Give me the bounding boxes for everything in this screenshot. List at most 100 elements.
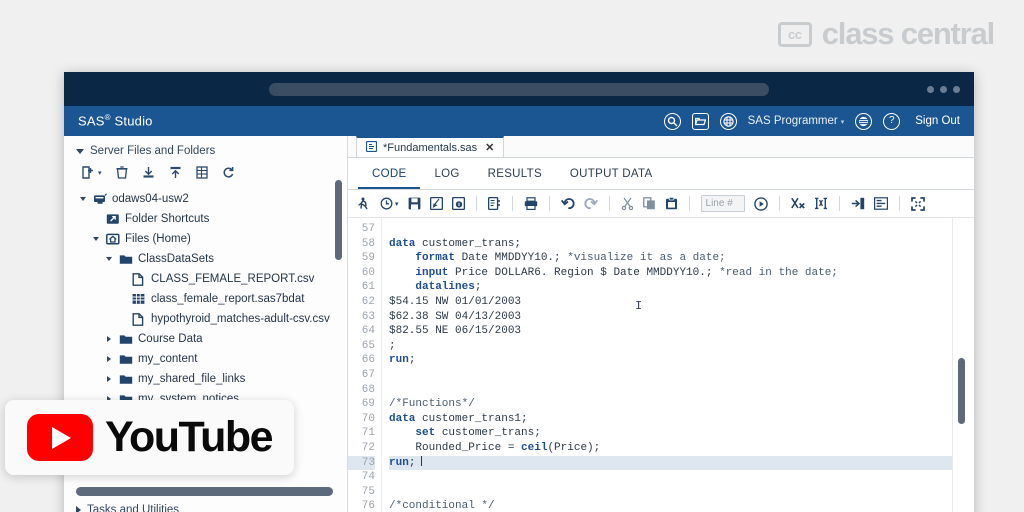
search-icon[interactable] <box>663 112 681 130</box>
tab-code[interactable]: CODE <box>358 165 421 189</box>
print-button[interactable] <box>524 197 538 210</box>
run-button[interactable] <box>357 197 371 211</box>
delete-button[interactable] <box>116 166 128 179</box>
code-line[interactable]: $82.55 NE 06/15/2003 <box>389 324 974 339</box>
tab-log[interactable]: LOG <box>420 165 473 189</box>
grid-icon[interactable] <box>719 112 737 130</box>
code-line[interactable]: run; <box>389 455 974 471</box>
download-button[interactable] <box>142 166 155 179</box>
address-bar[interactable] <box>269 82 769 96</box>
properties-button[interactable] <box>487 197 501 210</box>
upload-button[interactable] <box>169 166 182 179</box>
save-button[interactable] <box>408 197 421 210</box>
editor-vertical-scrollbar[interactable] <box>958 358 965 424</box>
code-line[interactable]: data customer_trans1; <box>389 412 974 427</box>
history-button[interactable]: ▾ <box>380 197 399 210</box>
tree-item[interactable]: my_content <box>64 349 347 369</box>
sidebar-vertical-scrollbar[interactable] <box>335 180 342 260</box>
chevron-down-icon[interactable] <box>78 197 88 201</box>
code-line[interactable]: run; <box>389 353 974 368</box>
add-to-snippets-button[interactable] <box>451 197 465 210</box>
window-dot[interactable] <box>927 85 934 93</box>
tasks-and-utilities-section[interactable]: Tasks and Utilities <box>64 500 347 512</box>
code-line[interactable]: $54.15 NW 01/01/2003 <box>389 295 974 310</box>
code-content[interactable]: data customer_trans; format Date MMDDYY1… <box>382 218 974 512</box>
tree-item[interactable]: class_female_report.sas7bdat <box>64 289 347 309</box>
redo-button[interactable] <box>583 197 598 210</box>
tree-item[interactable]: Files (Home) <box>64 229 347 249</box>
view-tab-bar[interactable]: CODE LOG RESULTS OUTPUT DATA <box>348 158 974 190</box>
chevron-down-icon[interactable] <box>91 237 101 241</box>
tree-item-label: class_female_report.sas7bdat <box>151 293 305 305</box>
indent-button[interactable] <box>851 197 865 210</box>
properties-button[interactable] <box>195 166 208 179</box>
save-as-button[interactable] <box>429 197 443 210</box>
help-icon[interactable]: ? <box>883 112 901 130</box>
tree-item[interactable]: odaws04-usw2 <box>64 189 347 209</box>
code-line[interactable]: datalines; <box>389 280 974 295</box>
tasks-and-utilities-label: Tasks and Utilities <box>87 504 180 512</box>
chevron-right-icon[interactable] <box>104 356 114 362</box>
code-token: Rounded_Price = <box>389 441 522 454</box>
code-line[interactable] <box>389 368 974 383</box>
code-line[interactable]: $62.38 SW 04/13/2003 <box>389 310 974 325</box>
folder-icon <box>119 373 133 386</box>
chevron-right-icon[interactable] <box>104 376 114 382</box>
paste-button[interactable] <box>665 197 678 210</box>
file-tab-fundamentals[interactable]: *Fundamentals.sas ✕ <box>356 136 505 157</box>
new-file-button[interactable]: ▾ <box>82 166 102 179</box>
format-code-button[interactable] <box>873 197 888 210</box>
maximize-button[interactable] <box>910 196 925 211</box>
tab-output-data[interactable]: OUTPUT DATA <box>556 165 667 189</box>
tree-item[interactable]: ClassDataSets <box>64 249 347 269</box>
code-line[interactable]: Rounded_Price = ceil(Price); <box>389 441 974 456</box>
go-to-line-button[interactable] <box>753 196 768 211</box>
code-line[interactable] <box>389 470 974 485</box>
code-line[interactable]: /*conditional */ <box>389 499 974 512</box>
close-icon[interactable]: ✕ <box>485 141 494 154</box>
code-line[interactable] <box>389 485 974 500</box>
tree-item[interactable]: Course Data <box>64 329 347 349</box>
refresh-button[interactable] <box>222 166 235 179</box>
code-line[interactable]: data customer_trans; <box>389 237 974 252</box>
file-tree[interactable]: odaws04-usw2 Folder Shortcuts Files (Home)… <box>64 185 347 409</box>
code-token: Price DOLLAR6. Region $ Date MMDDYY10.; <box>448 266 720 279</box>
sidebar-horizontal-scrollbar[interactable] <box>76 487 333 496</box>
line-number: 64 <box>361 325 375 338</box>
sign-out-link[interactable]: Sign Out <box>915 115 960 127</box>
code-line[interactable]: ; <box>389 339 974 354</box>
code-token: $82.55 NE 06/15/2003 <box>389 325 522 338</box>
panel-header[interactable]: Server Files and Folders <box>64 136 347 164</box>
window-controls[interactable] <box>927 85 960 93</box>
code-line[interactable]: set customer_trans; <box>389 426 974 441</box>
code-token: ; <box>389 339 396 352</box>
chevron-down-icon[interactable] <box>104 257 114 261</box>
toolbar-separator <box>838 196 840 211</box>
tree-item[interactable]: Folder Shortcuts <box>64 209 347 229</box>
clear-all-button[interactable] <box>790 197 805 210</box>
code-line[interactable]: format Date MMDDYY10.; *visualize it as … <box>389 251 974 266</box>
code-line[interactable]: /*Functions*/ <box>389 397 974 412</box>
code-line[interactable] <box>389 383 974 398</box>
tree-item[interactable]: hypothyroid_matches-adult-csv.csv <box>64 309 347 329</box>
copy-button[interactable] <box>642 197 656 210</box>
window-dot[interactable] <box>953 85 960 93</box>
code-scroll-area[interactable]: 57 58 59 60 61 62 63 64 65 66 67 68 69 70 71 72 73 74 75 76… <box>348 218 974 512</box>
tree-item[interactable]: CLASS_FEMALE_REPORT.csv <box>64 269 347 289</box>
role-selector[interactable]: SAS Programmer ▾ <box>748 115 845 127</box>
find-replace-button[interactable] <box>814 197 828 210</box>
code-editor[interactable]: 57 58 59 60 61 62 63 64 65 66 67 68 69 70 71 72 73 74 75 76… <box>348 218 974 512</box>
cut-button[interactable] <box>621 197 634 210</box>
chevron-right-icon[interactable] <box>104 336 114 342</box>
options-menu-icon[interactable] <box>855 112 873 130</box>
window-dot[interactable] <box>940 85 947 93</box>
line-number-input[interactable]: Line # <box>700 195 745 212</box>
tree-item[interactable]: my_shared_file_links <box>64 369 347 389</box>
open-folder-icon[interactable] <box>691 112 709 130</box>
undo-button[interactable] <box>560 197 575 210</box>
code-line[interactable]: input Price DOLLAR6. Region $ Date MMDDY… <box>389 266 974 281</box>
tab-results[interactable]: RESULTS <box>474 165 556 189</box>
code-line[interactable] <box>389 222 974 237</box>
